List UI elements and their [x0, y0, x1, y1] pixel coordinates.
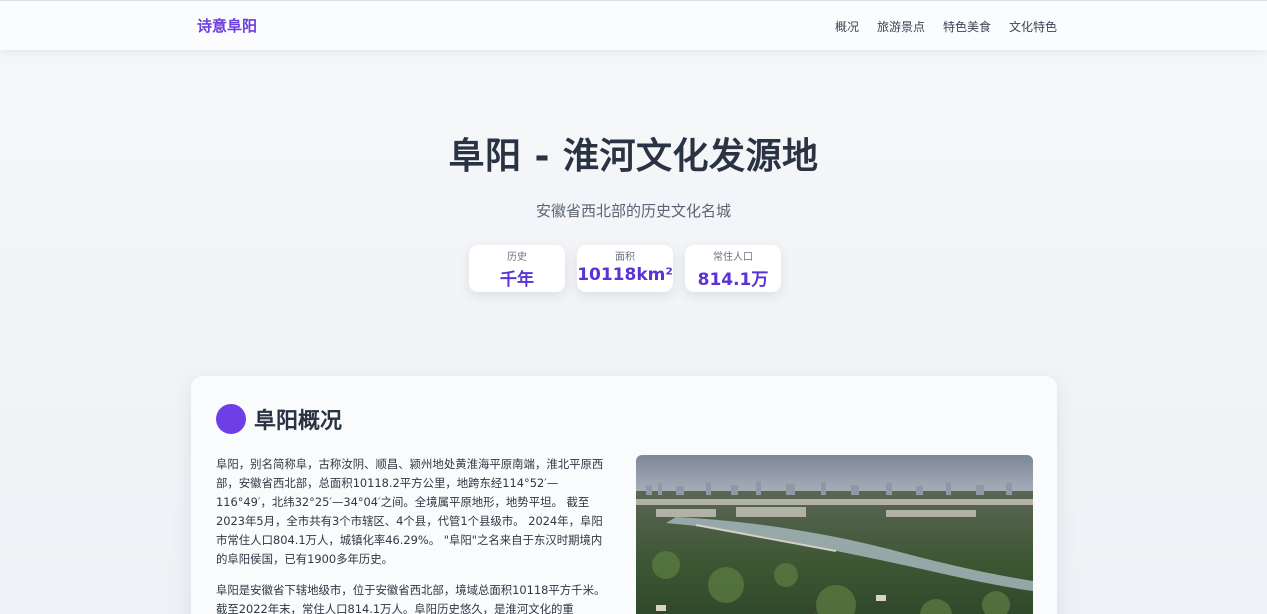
stat-label: 面积 [615, 252, 635, 263]
nav-attractions-link[interactable]: 旅游景点 [877, 18, 925, 35]
main-nav: 概况 旅游景点 特色美食 文化特色 [835, 18, 1057, 35]
stat-value: 千年 [500, 270, 534, 290]
section-dot-icon [216, 404, 246, 434]
nav-food-link[interactable]: 特色美食 [943, 18, 991, 35]
stat-value: 10118km² [577, 265, 673, 285]
section-title: 阜阳概况 [254, 409, 343, 434]
hero-subtitle: 安徽省西北部的历史文化名城 [535, 202, 731, 220]
city-aerial-photo [636, 455, 1033, 614]
nav-overview-link[interactable]: 概况 [835, 18, 859, 35]
stat-label: 常住人口 [713, 252, 753, 263]
stats-row: 历史 千年 面积 10118km² 常住人口 814.1万 [469, 245, 781, 292]
top-navbar: 诗意阜阳 概况 旅游景点 特色美食 文化特色 [0, 0, 1267, 50]
stat-card-population: 常住人口 814.1万 [685, 245, 781, 292]
overview-paragraph-2: 阜阳是安徽省下辖地级市，位于安徽省西北部，境域总面积10118平方千米。截至20… [216, 583, 606, 614]
stat-card-history: 历史 千年 [469, 245, 565, 292]
stat-value: 814.1万 [697, 270, 769, 290]
overview-paragraph-1: 阜阳，别名简称阜，古称汝阴、顺昌、颍州地处黄淮海平原南端，淮北平原西部，安徽省西… [216, 457, 604, 566]
stat-card-area: 面积 10118km² [577, 245, 673, 292]
brand-logo[interactable]: 诗意阜阳 [197, 15, 257, 36]
hero-title: 阜阳 - 淮河文化发源地 [448, 136, 819, 177]
stat-label: 历史 [507, 252, 527, 263]
nav-culture-link[interactable]: 文化特色 [1009, 18, 1057, 35]
overview-card: 阜阳概况 阜阳，别名简称阜，古称汝阴、顺昌、颍州地处黄淮海平原南端，淮北平原西部… [191, 376, 1057, 614]
city-aerial-illustration [636, 455, 1033, 614]
